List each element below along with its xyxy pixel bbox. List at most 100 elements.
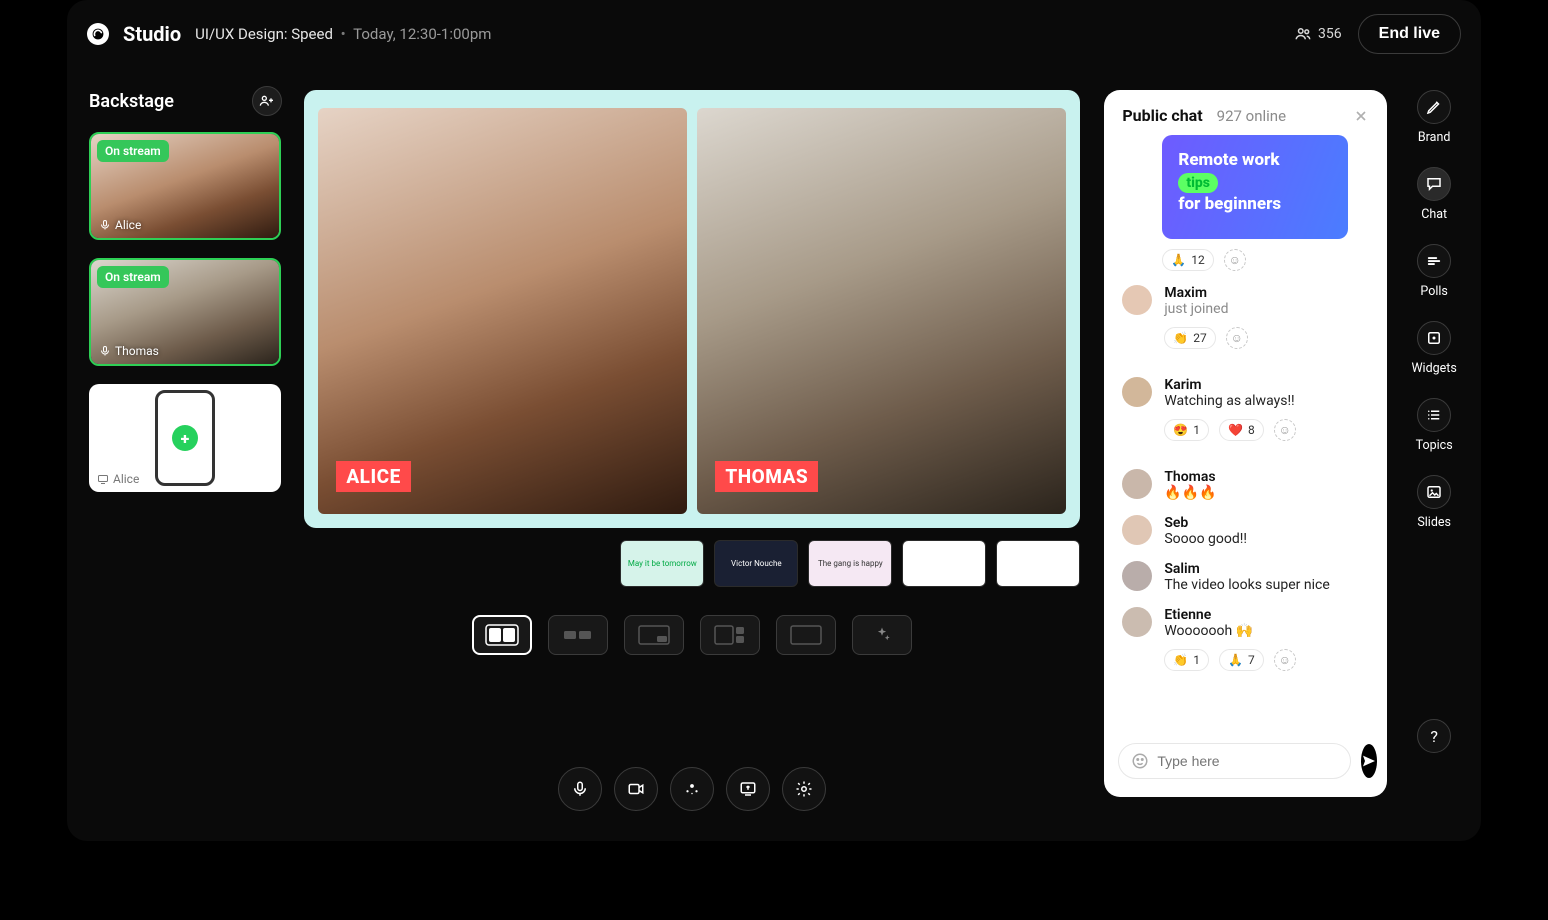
sparkle-icon <box>873 626 891 644</box>
message-author: Maxim <box>1164 285 1247 301</box>
add-reaction-button[interactable]: ☺ <box>1274 649 1296 671</box>
promo-card[interactable]: Remote work tips for beginners <box>1162 135 1348 239</box>
add-reaction-button[interactable]: ☺ <box>1274 419 1296 441</box>
chat-online-count: 927 online <box>1217 107 1286 125</box>
reaction-row: 🙏12 ☺ <box>1162 249 1369 271</box>
avatar <box>1122 285 1152 315</box>
reaction-pill[interactable]: ❤️8 <box>1219 419 1264 441</box>
chat-compose <box>1104 731 1387 797</box>
layout-magic-button[interactable] <box>852 615 912 655</box>
rail-item-chat[interactable]: Chat <box>1417 167 1451 222</box>
chat-title: Public chat <box>1122 106 1202 125</box>
thumb-caption: Thomas <box>99 344 159 358</box>
feed-nametag: THOMAS <box>715 461 818 492</box>
camera-toggle-button[interactable] <box>614 767 658 811</box>
chat-message: SalimThe video looks super nice <box>1122 561 1369 593</box>
scene-thumb[interactable]: Victor Nouche <box>714 540 798 587</box>
scene-label: Victor Nouche <box>731 559 782 568</box>
chat-message: Thomas🔥🔥🔥 <box>1122 469 1369 501</box>
thumb-caption: Alice <box>99 218 141 232</box>
scene-thumb[interactable]: The gang is happy <box>808 540 892 587</box>
rail-item-brand[interactable]: Brand <box>1417 90 1451 145</box>
reaction-count: 12 <box>1191 253 1205 267</box>
stream-controls <box>304 767 1080 811</box>
scene-thumb[interactable] <box>996 540 1080 587</box>
reaction-emoji: ❤️ <box>1228 423 1243 437</box>
add-reaction-button[interactable]: ☺ <box>1224 249 1246 271</box>
help-button[interactable]: ? <box>1417 719 1451 753</box>
rail-item-topics[interactable]: Topics <box>1416 398 1453 453</box>
end-live-button[interactable]: End live <box>1358 14 1461 54</box>
chat-messages[interactable]: Remote work tips for beginners 🙏12 ☺ Max… <box>1104 135 1387 731</box>
message-author: Karim <box>1164 377 1295 393</box>
backstage-thumb-thomas[interactable]: On stream Thomas <box>89 258 281 366</box>
message-author: Salim <box>1164 561 1329 577</box>
backstage-title: Backstage <box>89 91 174 112</box>
reaction-pill[interactable]: 👏 27 <box>1164 327 1215 349</box>
reaction-pill[interactable]: 🙏7 <box>1219 649 1264 671</box>
layout-split-button[interactable] <box>472 615 532 655</box>
reaction-row: 😍1 ❤️8 ☺ <box>1164 419 1295 441</box>
send-icon <box>1361 753 1377 769</box>
sparkle-icon <box>683 780 701 798</box>
on-stream-badge: On stream <box>97 266 169 288</box>
layout-single-button[interactable] <box>776 615 836 655</box>
rail-item-polls[interactable]: Polls <box>1417 244 1451 299</box>
poll-icon <box>1417 244 1451 278</box>
viewer-count: 356 <box>1294 25 1342 43</box>
message-author: Seb <box>1164 515 1247 531</box>
backstage-thumb-screenshare[interactable]: + Alice <box>89 384 281 492</box>
video-feed-thomas[interactable]: THOMAS <box>697 108 1066 514</box>
scene-thumb[interactable]: May it be tomorrow <box>620 540 704 587</box>
message-text: Watching as always!! <box>1164 393 1295 409</box>
promo-line2: for beginners <box>1178 193 1332 215</box>
reaction-emoji: 👏 <box>1173 331 1188 345</box>
add-participant-button[interactable] <box>252 86 282 116</box>
image-icon <box>1417 475 1451 509</box>
avatar <box>1122 377 1152 407</box>
promo-line1: Remote work <box>1178 149 1332 171</box>
thumb-caption: Alice <box>97 472 139 486</box>
backstage-thumb-alice[interactable]: On stream Alice <box>89 132 281 240</box>
reaction-count: 27 <box>1193 331 1207 345</box>
rail-label: Widgets <box>1411 361 1456 376</box>
phone-mockup: + <box>155 390 215 486</box>
send-button[interactable] <box>1361 744 1377 778</box>
reaction-pill[interactable]: 👏1 <box>1164 649 1209 671</box>
message-text: The video looks super nice <box>1164 577 1329 593</box>
chat-input[interactable] <box>1157 753 1338 769</box>
reaction-row: 👏1 🙏7 ☺ <box>1164 649 1295 671</box>
reaction-pill[interactable]: 🙏12 <box>1162 249 1213 271</box>
feed-nametag: ALICE <box>336 461 410 492</box>
reaction-pill[interactable]: 😍1 <box>1164 419 1209 441</box>
pencil-icon <box>1417 90 1451 124</box>
chat-close-button[interactable] <box>1353 108 1369 124</box>
emoji-icon[interactable] <box>1131 752 1149 770</box>
reaction-count: 1 <box>1193 423 1200 437</box>
reaction-emoji: 🙏 <box>1228 653 1243 667</box>
mic-toggle-button[interactable] <box>558 767 602 811</box>
promo-chip: tips <box>1178 173 1218 193</box>
video-feed-alice[interactable]: ALICE <box>318 108 687 514</box>
avatar <box>1122 561 1152 591</box>
scene-thumb[interactable] <box>902 540 986 587</box>
settings-button[interactable] <box>782 767 826 811</box>
chat-message: Maximjust joined👏27☺ <box>1122 285 1369 363</box>
layout-grid-button[interactable] <box>700 615 760 655</box>
app-logo <box>87 23 109 45</box>
users-icon <box>1294 25 1312 43</box>
effects-button[interactable] <box>670 767 714 811</box>
layout-row-button[interactable] <box>548 615 608 655</box>
rail-item-slides[interactable]: Slides <box>1417 475 1451 530</box>
share-screen-icon <box>739 780 757 798</box>
mic-icon <box>99 345 111 357</box>
rail-item-widgets[interactable]: Widgets <box>1411 321 1456 376</box>
layout-pip-button[interactable] <box>624 615 684 655</box>
add-reaction-button[interactable]: ☺ <box>1226 327 1248 349</box>
chat-input-wrapper[interactable] <box>1118 743 1351 779</box>
screen-icon <box>97 473 109 485</box>
share-screen-button[interactable] <box>726 767 770 811</box>
rail-label: Topics <box>1416 438 1453 453</box>
rail-label: Chat <box>1421 207 1447 222</box>
thumb-name: Alice <box>115 218 141 232</box>
